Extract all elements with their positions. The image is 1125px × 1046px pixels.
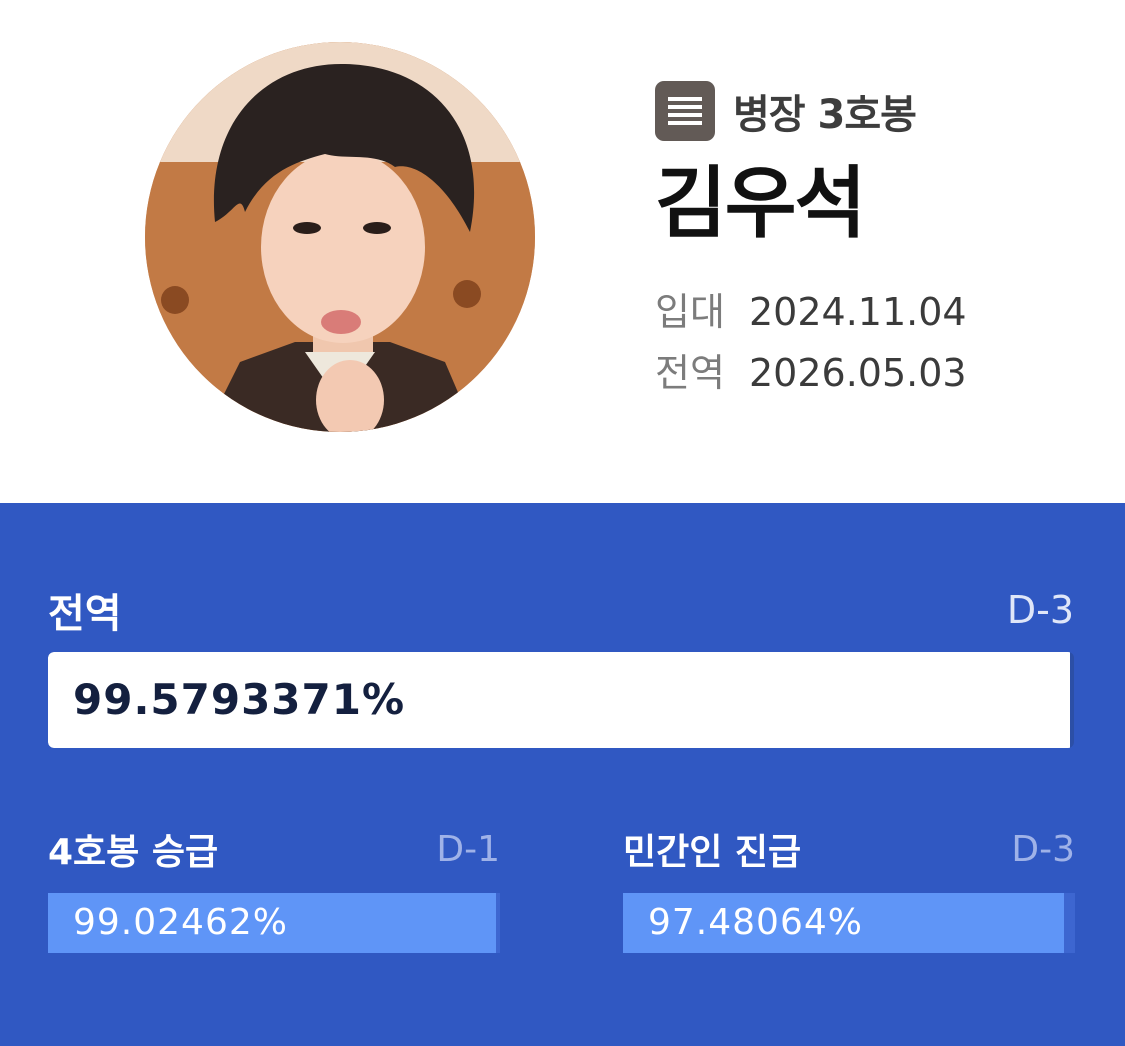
promotion-dday: D-1 [436,828,500,870]
soldier-name: 김우석 [655,159,866,249]
civilian-percent: 97.48064% [648,902,863,943]
discharge-date-row: 전역 2026.05.03 [655,349,967,397]
rank-row: 병장 3호봉 [655,80,917,142]
discharge-progress-header: 전역 D-3 [48,581,1074,639]
profile-photo [145,42,535,432]
enlist-label: 입대 [655,290,725,334]
promotion-progress-bar: 99.02462% [48,893,500,953]
enlist-date: 2024.11.04 [749,290,967,334]
rank-badge-icon [655,81,715,141]
civilian-progress: 민간인 진급 D-3 97.48064% [623,825,1075,953]
civilian-progress-bar: 97.48064% [623,893,1075,953]
rank-label: 병장 3호봉 [733,92,917,138]
promotion-percent: 99.02462% [73,902,288,943]
promotion-title: 4호봉 승급 [48,832,219,873]
discharge-percent: 99.5793371% [73,675,406,724]
discharge-progress-bar: 99.5793371% [48,652,1074,748]
civilian-dday: D-3 [1011,828,1075,870]
discharge-progress-title: 전역 [48,591,122,637]
civilian-title: 민간인 진급 [623,832,802,873]
promotion-progress-header: 4호봉 승급 D-1 [48,825,500,874]
progress-panel: 전역 D-3 99.5793371% 4호봉 승급 D-1 99.02462% … [0,503,1125,1046]
promotion-progress: 4호봉 승급 D-1 99.02462% [48,825,500,953]
profile-header: 병장 3호봉 김우석 입대 2024.11.04 전역 2026.05.03 [0,0,1125,503]
discharge-dday: D-3 [1006,588,1074,632]
discharge-date: 2026.05.03 [749,351,967,395]
enlist-date-row: 입대 2024.11.04 [655,288,967,336]
discharge-label: 전역 [655,351,725,395]
civilian-progress-header: 민간인 진급 D-3 [623,825,1075,874]
